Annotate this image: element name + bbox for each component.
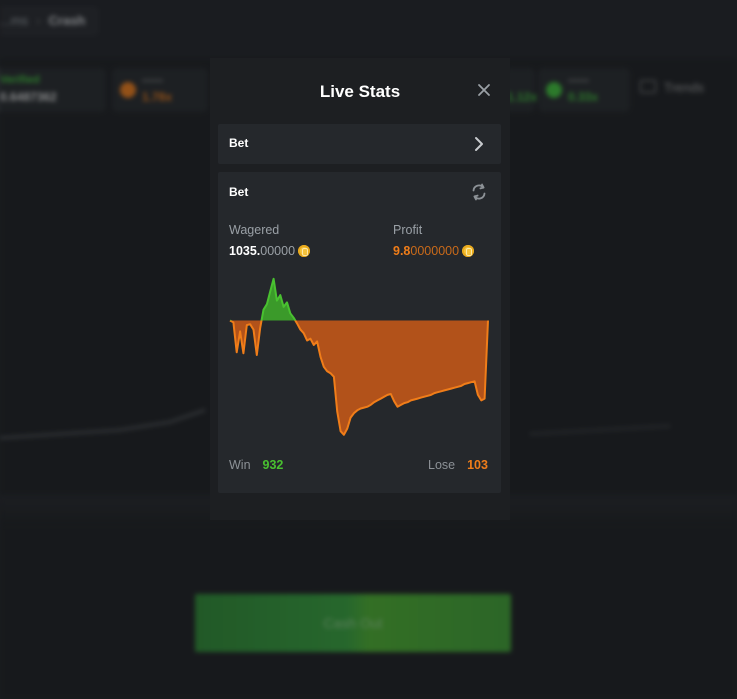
wagered-label: Wagered — [229, 223, 280, 237]
wagered-value-int: 1035. — [229, 244, 261, 258]
refresh-icon[interactable] — [470, 183, 488, 201]
bet-selector-label: Bet — [229, 136, 249, 150]
close-icon[interactable] — [476, 82, 492, 98]
modal-title: Live Stats — [319, 82, 401, 101]
profit-value: 9.80000000 — [393, 244, 475, 258]
stats-card: Bet Wagered 1035.00000 Profit 9.80000000… — [218, 172, 501, 493]
win-label: Win — [229, 458, 251, 472]
bet-selector-row[interactable]: Bet — [218, 124, 501, 164]
profit-label: Profit — [393, 223, 423, 237]
win-value: 932 — [262, 458, 284, 472]
lose-label: Lose — [428, 458, 456, 472]
wagered-value-decimals: 00000 — [260, 244, 296, 258]
profit-chart — [229, 277, 489, 436]
lose-value: 103 — [467, 458, 488, 472]
stats-card-title: Bet — [229, 185, 249, 199]
coin-icon — [462, 245, 475, 257]
chevron-right-icon — [475, 137, 483, 151]
profit-value-int: 9.8 — [393, 244, 411, 258]
profit-value-decimals: 0000000 — [410, 244, 460, 258]
lose-stat: Lose 103 — [428, 458, 488, 472]
wagered-value: 1035.00000 — [229, 244, 311, 258]
coin-icon — [298, 245, 311, 257]
live-stats-modal: Live Stats Bet Bet Wagered 1035.00000 Pr… — [210, 58, 510, 520]
win-stat: Win 932 — [229, 458, 283, 472]
